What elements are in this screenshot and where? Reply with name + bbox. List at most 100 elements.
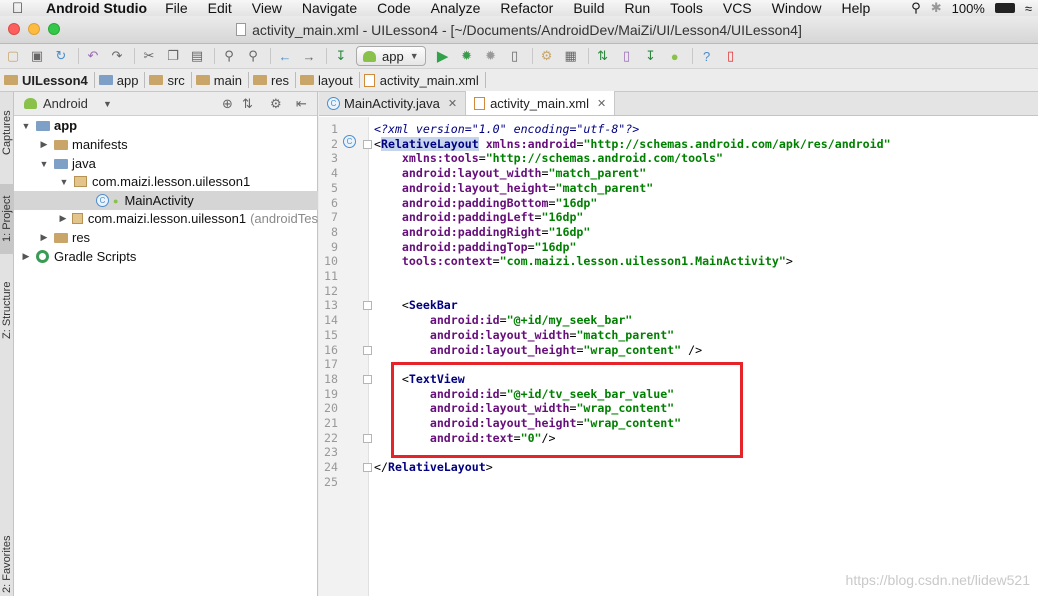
fold-marker-icon[interactable] <box>363 301 372 311</box>
captures-tool-tab[interactable]: Captures <box>0 98 14 168</box>
fold-marker-icon[interactable] <box>363 345 372 355</box>
menu-refactor[interactable]: Refactor <box>500 0 553 16</box>
sync-icon[interactable]: ↻ <box>52 47 70 65</box>
code-text: android:paddingLeft="16dp" <box>374 210 584 225</box>
gear-icon[interactable]: ⚙ <box>270 96 282 112</box>
menu-run[interactable]: Run <box>624 0 650 16</box>
android-profiler-icon[interactable]: ▯ <box>722 47 740 65</box>
menu-build[interactable]: Build <box>573 0 604 16</box>
close-tab-icon[interactable]: ✕ <box>597 97 606 110</box>
tree-item-java[interactable]: ▼ java <box>14 154 318 173</box>
code-text: tools:context="com.maizi.lesson.uilesson… <box>374 254 793 269</box>
collapse-arrow-icon[interactable]: ▶ <box>20 251 32 262</box>
breadcrumb-app[interactable]: app <box>98 72 146 88</box>
debug-icon[interactable]: ✹ <box>458 47 476 65</box>
wifi-icon[interactable]: ≈ <box>1025 1 1032 16</box>
make-project-icon[interactable]: ↧ <box>332 47 350 65</box>
class-gutter-icon[interactable]: C <box>343 135 356 148</box>
fold-marker-icon[interactable] <box>363 433 372 443</box>
fold-marker-icon[interactable] <box>363 374 372 384</box>
project-tool-tab[interactable]: 1: Project <box>0 184 14 254</box>
breadcrumb-src[interactable]: src <box>149 72 192 88</box>
tree-item-app[interactable]: ▼ app <box>14 116 318 135</box>
close-tab-icon[interactable]: ✕ <box>448 97 457 110</box>
expand-arrow-icon[interactable]: ▼ <box>38 159 50 169</box>
redo-icon[interactable]: ↷ <box>108 47 126 65</box>
attach-debugger-icon[interactable]: ✹ <box>482 47 500 65</box>
editor-tabs: C MainActivity.java ✕ activity_main.xml … <box>319 91 1038 116</box>
forward-icon[interactable]: → <box>300 47 318 65</box>
replace-icon[interactable]: ⚲ <box>244 47 262 65</box>
zoom-window-button[interactable] <box>48 23 60 35</box>
tab-activity-main-xml[interactable]: activity_main.xml ✕ <box>466 91 616 115</box>
gradle-sync-icon[interactable]: ⇅ <box>594 47 612 65</box>
tree-item-package[interactable]: ▼ com.maizi.lesson.uilesson1 <box>14 172 318 191</box>
search-icon[interactable]: ⚲ <box>911 0 921 16</box>
tree-item-res[interactable]: ▶ res <box>14 228 318 247</box>
tab-mainactivity-java[interactable]: C MainActivity.java ✕ <box>319 91 467 115</box>
expand-arrow-icon[interactable]: ▼ <box>58 177 70 187</box>
tree-item-manifests[interactable]: ▶ manifests <box>14 135 318 154</box>
battery-icon[interactable] <box>994 3 1015 13</box>
menu-edit[interactable]: Edit <box>208 0 232 16</box>
expand-arrow-icon[interactable]: ▼ <box>20 121 32 131</box>
line-number: 11 <box>324 269 338 283</box>
breadcrumb-main[interactable]: main <box>195 72 249 88</box>
help-icon[interactable]: ? <box>698 47 716 65</box>
menu-code[interactable]: Code <box>377 0 410 16</box>
menu-file[interactable]: File <box>165 0 188 16</box>
collapse-arrow-icon[interactable]: ▶ <box>58 213 68 224</box>
save-all-icon[interactable]: ▣ <box>28 47 46 65</box>
avd-manager-icon[interactable]: ▯ <box>618 47 636 65</box>
undo-icon[interactable]: ↶ <box>84 47 102 65</box>
fold-marker-icon[interactable] <box>363 139 372 149</box>
device-monitor-icon[interactable]: ▯ <box>506 47 524 65</box>
structure-tool-tab[interactable]: Z: Structure <box>0 270 14 350</box>
project-view-selector[interactable]: Android <box>43 96 101 111</box>
paste-icon[interactable]: ▤ <box>188 47 206 65</box>
copy-icon[interactable]: ❐ <box>164 47 182 65</box>
menu-analyze[interactable]: Analyze <box>431 0 481 16</box>
run-icon[interactable]: ▶ <box>434 47 452 65</box>
chevron-down-icon[interactable]: ▼ <box>103 99 112 109</box>
menu-window[interactable]: Window <box>772 0 822 16</box>
run-configuration-dropdown[interactable]: app ▼ <box>356 46 426 66</box>
code-line: 1 <?xml version="1.0" encoding="utf-8"?> <box>319 122 1038 137</box>
menu-tools[interactable]: Tools <box>670 0 703 16</box>
tree-item-gradle-scripts[interactable]: ▶ Gradle Scripts <box>14 247 318 266</box>
sdk-manager-icon[interactable]: ↧ <box>642 47 660 65</box>
menu-navigate[interactable]: Navigate <box>302 0 357 16</box>
favorites-tool-tab[interactable]: 2: Favorites <box>0 532 14 596</box>
line-number: 12 <box>324 283 338 298</box>
menu-vcs[interactable]: VCS <box>723 0 752 16</box>
cut-icon[interactable]: ✂ <box>140 47 158 65</box>
collapse-arrow-icon[interactable]: ▶ <box>38 232 50 243</box>
hide-panel-icon[interactable]: ⇤ <box>296 96 307 112</box>
breadcrumb-res[interactable]: res <box>252 72 297 88</box>
menu-help[interactable]: Help <box>841 0 870 16</box>
project-structure-icon[interactable]: ⚙ <box>538 47 556 65</box>
folder-icon <box>4 75 18 85</box>
breadcrumb-layout[interactable]: layout <box>300 72 360 88</box>
collapse-arrow-icon[interactable]: ▶ <box>38 139 50 150</box>
collapse-all-icon[interactable]: ⇅ <box>242 96 253 112</box>
minimize-window-button[interactable] <box>28 23 40 35</box>
tree-item-test-package[interactable]: ▶ com.maizi.lesson.uilesson1 (androidTes <box>14 209 318 228</box>
scope-target-icon[interactable]: ⊕ <box>222 96 233 112</box>
fold-marker-icon[interactable] <box>363 463 372 473</box>
breadcrumb-project[interactable]: UILesson4 <box>4 72 95 88</box>
code-token: android:layout_width <box>401 166 542 181</box>
back-icon[interactable]: ← <box>276 47 294 65</box>
module-folder-icon <box>36 120 50 131</box>
menu-view[interactable]: View <box>252 0 282 16</box>
close-window-button[interactable] <box>8 23 20 35</box>
find-icon[interactable]: ⚲ <box>220 47 238 65</box>
app-menu[interactable]: Android Studio <box>46 0 147 16</box>
breadcrumb-file[interactable]: activity_main.xml <box>363 72 486 88</box>
apple-menu-icon[interactable]:  <box>12 0 34 17</box>
android-monitor-icon[interactable]: ● <box>666 47 684 65</box>
tree-item-mainactivity[interactable]: C ● MainActivity <box>14 191 318 210</box>
bluetooth-icon[interactable]: ✱ <box>931 0 942 16</box>
open-folder-icon[interactable]: ▢ <box>4 47 22 65</box>
build-variants-icon[interactable]: ▦ <box>562 47 580 65</box>
